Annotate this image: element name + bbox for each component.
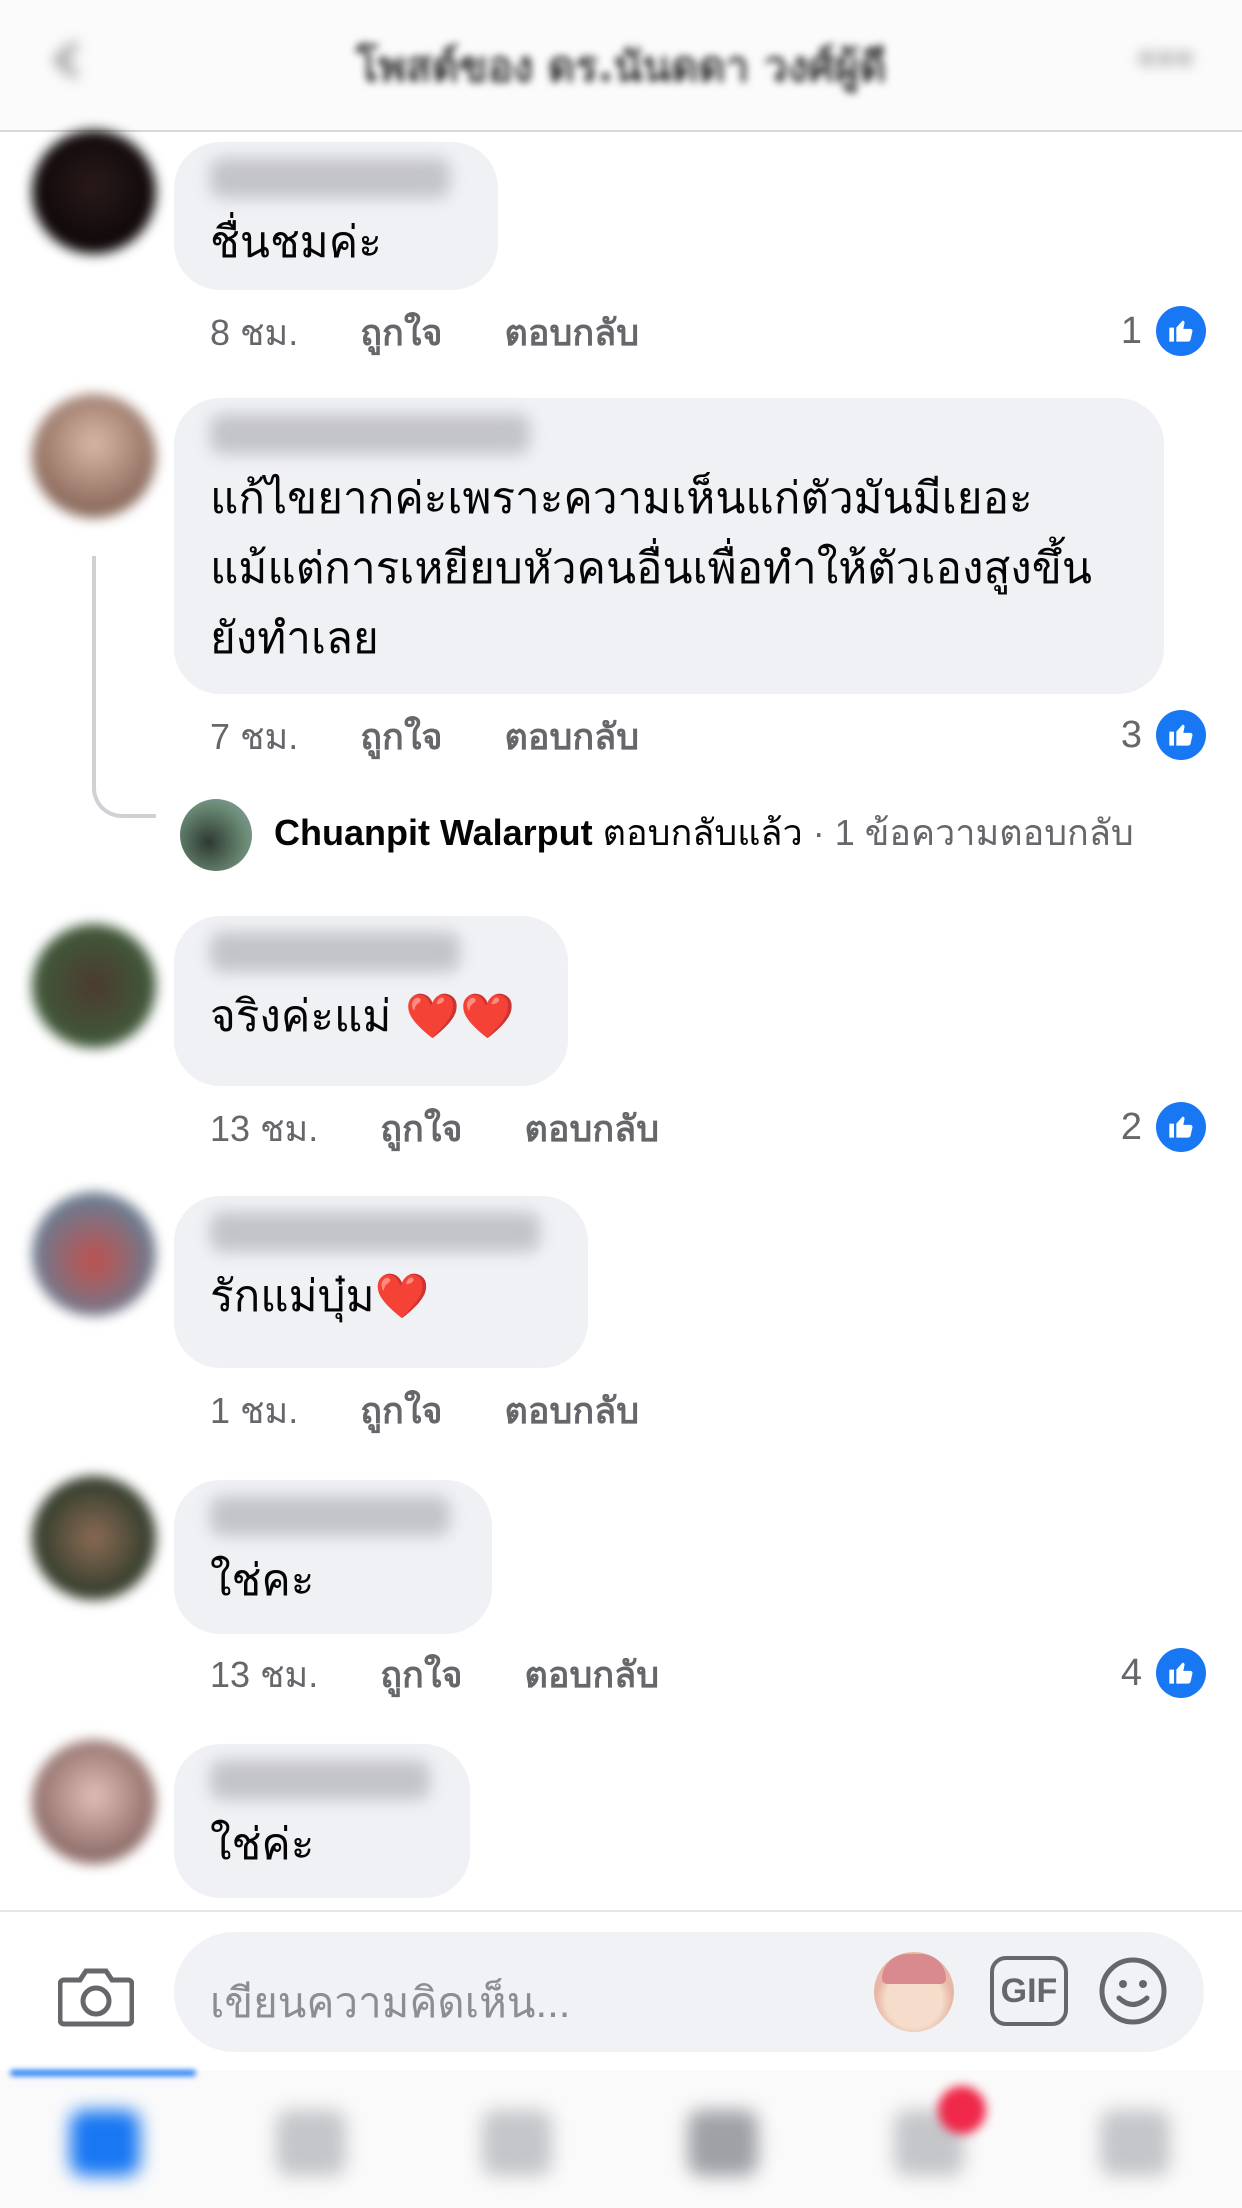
avatar[interactable] [32,1476,156,1600]
comment-bubble[interactable]: ใช่ค่ะ [174,1744,470,1898]
avatar[interactable] [32,1192,156,1316]
bottom-tab-bar [0,2070,1242,2208]
comment-composer: เขียนความคิดเห็น... GIF [0,1910,1242,2072]
avatar-sticker-icon[interactable] [874,1952,954,2032]
like-icon [1156,709,1206,760]
comment-bubble[interactable]: จริงค่ะแม่ ❤️❤️ [174,916,568,1086]
comment-text: แก้ไขยากค่ะเพราะความเห็นแก่ตัวมันมีเยอะ … [210,473,1092,664]
smile-icon[interactable] [1098,1956,1168,2026]
view-replies-link[interactable]: Chuanpit Walarput ตอบกลับแล้ว · 1 ข้อควา… [180,796,1134,872]
comment-input-placeholder: เขียนความคิดเห็น... [210,1979,571,2026]
comment-meta: 7 ชม. ถูกใจ ตอบกลับ [210,712,691,762]
like-button[interactable]: ถูกใจ [380,1108,462,1149]
commenter-name[interactable] [210,1760,430,1800]
comment-bubble[interactable]: แก้ไขยากค่ะเพราะความเห็นแก่ตัวมันมีเยอะ … [174,398,1164,694]
like-button[interactable]: ถูกใจ [360,716,442,757]
commenter-name[interactable] [210,932,460,972]
commenter-name[interactable] [210,1212,540,1252]
commenter-name[interactable] [210,414,530,454]
reply-action: ตอบกลับแล้ว [602,812,803,853]
home-tab-icon[interactable] [70,2110,140,2176]
comment-time: 8 ชม. [210,312,299,353]
comment-bubble[interactable]: ใช่คะ [174,1480,492,1634]
comment-input[interactable]: เขียนความคิดเห็น... GIF [174,1932,1204,2052]
like-icon [1156,305,1206,356]
like-count[interactable]: 4 [1120,1646,1206,1698]
like-button[interactable]: ถูกใจ [360,312,442,353]
page-title: โพสต์ของ ดร.นันดดา วงศ์ผู้ดี [355,42,887,91]
reply-button[interactable]: ตอบกลับ [525,1654,660,1695]
like-count[interactable]: 2 [1120,1100,1206,1152]
groups-tab-icon[interactable] [482,2110,552,2176]
like-count-number: 4 [1120,1651,1142,1694]
comment-meta: 13 ชม. ถูกใจ ตอบกลับ [210,1650,711,1700]
top-bar: โพสต์ของ ดร.นันดดา วงศ์ผู้ดี [0,0,1242,132]
avatar[interactable] [32,1740,156,1864]
comment-time: 7 ชม. [210,716,299,757]
comment-text: ใช่ค่ะ [210,1819,315,1870]
like-button[interactable]: ถูกใจ [380,1654,462,1695]
like-button[interactable]: ถูกใจ [360,1390,442,1431]
avatar[interactable] [32,394,156,518]
like-count-number: 3 [1120,713,1142,756]
like-icon [1156,1101,1206,1152]
active-tab-indicator [10,2070,196,2076]
reply-button[interactable]: ตอบกลับ [505,1390,640,1431]
comment-time: 13 ชม. [210,1108,319,1149]
like-count-number: 2 [1120,1105,1142,1148]
comment-meta: 8 ชม. ถูกใจ ตอบกลับ [210,308,691,358]
comment-meta: 13 ชม. ถูกใจ ตอบกลับ [210,1104,711,1154]
like-count[interactable]: 1 [1120,304,1206,356]
comment-time: 13 ชม. [210,1654,319,1695]
reply-count: · 1 ข้อความตอบกลับ [812,812,1134,853]
comment-text: ชื่นชมค่ะ [210,217,382,268]
avatar[interactable] [32,924,156,1048]
marketplace-tab-icon[interactable] [688,2110,758,2176]
watch-tab-icon[interactable] [276,2110,346,2176]
comment-bubble[interactable]: รักแม่บุ๋ม❤️ [174,1196,588,1368]
more-icon[interactable] [1140,50,1200,66]
commenter-name[interactable] [210,158,450,198]
like-count[interactable]: 3 [1120,708,1206,760]
comment-text: รักแม่บุ๋ม❤️ [210,1271,430,1322]
comment-bubble[interactable]: ชื่นชมค่ะ [174,142,498,290]
gif-icon[interactable]: GIF [990,1956,1068,2026]
reply-button[interactable]: ตอบกลับ [505,312,640,353]
thread-line [92,556,156,818]
reply-author-name: Chuanpit Walarput [274,812,593,853]
comment-meta: 1 ชม. ถูกใจ ตอบกลับ [210,1386,691,1436]
comment-time: 1 ชม. [210,1390,299,1431]
commenter-name[interactable] [210,1496,450,1536]
avatar[interactable] [32,130,156,254]
comment-text: ใช่คะ [210,1555,315,1606]
menu-tab-icon[interactable] [1100,2110,1170,2176]
like-count-number: 1 [1120,309,1142,352]
reply-avatar [180,799,252,872]
camera-icon[interactable] [57,1964,135,2030]
reply-button[interactable]: ตอบกลับ [525,1108,660,1149]
comment-text: จริงค่ะแม่ ❤️❤️ [210,991,515,1042]
reply-button[interactable]: ตอบกลับ [505,716,640,757]
notification-badge [938,2086,986,2134]
like-icon [1156,1647,1206,1698]
